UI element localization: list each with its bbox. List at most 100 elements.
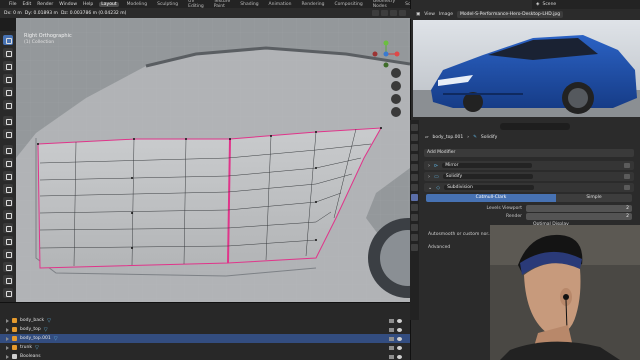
- levels-viewport-field[interactable]: 2: [526, 205, 632, 212]
- outliner-row[interactable]: trunk ▽: [0, 343, 410, 352]
- knife-tool-icon[interactable]: [3, 210, 13, 220]
- workspace-tab-sculpting[interactable]: Sculpting: [155, 2, 180, 7]
- workspace-tab-animation[interactable]: Animation: [267, 2, 294, 7]
- select-box-tool-icon[interactable]: [3, 35, 13, 45]
- collapse-arrow-icon[interactable]: ›: [428, 163, 430, 169]
- xray-icon[interactable]: [381, 10, 388, 16]
- outliner-row[interactable]: body_back ▽: [0, 316, 410, 325]
- view-layer-tab-icon[interactable]: [411, 154, 418, 161]
- eye-icon[interactable]: [397, 318, 402, 323]
- add-cube-tool-icon[interactable]: [3, 145, 13, 155]
- cursor-tool-icon[interactable]: [3, 48, 13, 58]
- overlay-icon[interactable]: [372, 10, 379, 16]
- constraints-tab-icon[interactable]: [411, 224, 418, 231]
- delta-z-readout: Dz: 0.003786 m (0.04232 m): [60, 10, 127, 16]
- menu-window[interactable]: Window: [59, 2, 77, 7]
- spin-tool-icon[interactable]: [3, 236, 13, 246]
- add-modifier-button[interactable]: Add Modifier: [424, 149, 634, 157]
- expand-arrow-icon[interactable]: ⌄: [428, 185, 432, 191]
- particles-tab-icon[interactable]: [411, 204, 418, 211]
- expand-arrow-icon[interactable]: [6, 345, 9, 350]
- outliner-row[interactable]: Booleans: [0, 352, 410, 360]
- simple-button[interactable]: Simple: [556, 194, 632, 202]
- expand-arrow-icon[interactable]: [6, 327, 9, 332]
- render-visibility-icon[interactable]: [389, 318, 394, 323]
- eye-icon[interactable]: [397, 327, 402, 332]
- render-visibility-icon[interactable]: [389, 327, 394, 332]
- edge-slide-tool-icon[interactable]: [3, 262, 13, 272]
- catmull-clark-button[interactable]: Catmull-Clark: [426, 194, 556, 202]
- grid-icon[interactable]: [391, 107, 401, 117]
- modifier-subdivision[interactable]: ⌄ ◇ Subdivision: [424, 183, 634, 192]
- solid-shading-icon[interactable]: [390, 10, 397, 16]
- zoom-icon[interactable]: [391, 68, 401, 78]
- menu-image[interactable]: Image: [439, 12, 453, 17]
- expand-arrow-icon[interactable]: [6, 336, 9, 341]
- physics-tab-icon[interactable]: [411, 214, 418, 221]
- scale-tool-icon[interactable]: [3, 87, 13, 97]
- outliner-row[interactable]: body_top ▽: [0, 325, 410, 334]
- menu-edit[interactable]: Edit: [23, 2, 32, 7]
- image-filename-field[interactable]: Model-S-Performance-Hero-Desktop-LHD.jpg: [457, 10, 564, 18]
- navigation-gizmo[interactable]: [372, 40, 400, 68]
- material-tab-icon[interactable]: [411, 244, 418, 251]
- outliner-row-selected[interactable]: body_top.001 ▽: [0, 334, 410, 343]
- modifier-mirror[interactable]: › ⊳ Mirror: [424, 161, 634, 170]
- shear-tool-icon[interactable]: [3, 288, 13, 298]
- expand-arrow-icon[interactable]: [6, 354, 9, 359]
- menu-help[interactable]: Help: [83, 2, 93, 7]
- render-levels-field[interactable]: 2: [526, 213, 632, 220]
- tool-tab-icon[interactable]: [411, 124, 418, 131]
- smooth-tool-icon[interactable]: [3, 249, 13, 259]
- modifier-name-field[interactable]: Mirror: [442, 163, 533, 168]
- move-tool-icon[interactable]: [3, 61, 13, 71]
- scene-tab-icon[interactable]: [411, 164, 418, 171]
- render-visibility-icon[interactable]: [389, 345, 394, 350]
- expand-arrow-icon[interactable]: [6, 318, 9, 323]
- properties-search-input[interactable]: [500, 123, 570, 130]
- data-tab-icon[interactable]: [411, 234, 418, 241]
- measure-tool-icon[interactable]: [3, 129, 13, 139]
- eye-icon[interactable]: [397, 345, 402, 350]
- advanced-panel-toggle[interactable]: Advanced: [428, 245, 450, 250]
- extrude-tool-icon[interactable]: [3, 158, 13, 168]
- modifier-name-field[interactable]: Solidify: [442, 174, 533, 179]
- render-tab-icon[interactable]: [411, 134, 418, 141]
- eye-icon[interactable]: [397, 354, 402, 359]
- annotate-tool-icon[interactable]: [3, 116, 13, 126]
- modifier-menu-icon[interactable]: [624, 185, 630, 190]
- poly-build-tool-icon[interactable]: [3, 223, 13, 233]
- output-tab-icon[interactable]: [411, 144, 418, 151]
- world-tab-icon[interactable]: [411, 174, 418, 181]
- image-editor-type-icon[interactable]: ▣: [416, 12, 420, 17]
- loop-cut-tool-icon[interactable]: [3, 197, 13, 207]
- transform-tool-icon[interactable]: [3, 100, 13, 110]
- inset-tool-icon[interactable]: [3, 171, 13, 181]
- menu-file[interactable]: File: [9, 2, 17, 7]
- scene-selector[interactable]: ◈ Scene: [532, 0, 640, 9]
- workspace-tab-layout[interactable]: Layout: [99, 1, 119, 7]
- modifier-name-field[interactable]: Subdivision: [444, 185, 535, 190]
- menu-render[interactable]: Render: [37, 2, 53, 7]
- object-tab-icon[interactable]: [411, 184, 418, 191]
- bevel-tool-icon[interactable]: [3, 184, 13, 194]
- workspace-tab-compositing[interactable]: Compositing: [332, 2, 364, 7]
- modifier-solidify[interactable]: › ▭ Solidify: [424, 172, 634, 181]
- camera-view-icon[interactable]: [391, 94, 401, 104]
- shrink-fatten-tool-icon[interactable]: [3, 275, 13, 285]
- menu-view[interactable]: View: [424, 12, 435, 17]
- modifier-menu-icon[interactable]: [624, 163, 630, 168]
- render-visibility-icon[interactable]: [389, 354, 394, 359]
- collapse-arrow-icon[interactable]: ›: [428, 174, 430, 180]
- modifier-menu-icon[interactable]: [624, 174, 630, 179]
- rotate-tool-icon[interactable]: [3, 74, 13, 84]
- pan-hand-icon[interactable]: [391, 81, 401, 91]
- workspace-tab-rendering[interactable]: Rendering: [300, 2, 327, 7]
- modifier-tab-icon[interactable]: [411, 194, 418, 201]
- 3d-viewport[interactable]: [16, 18, 410, 302]
- workspace-tab-modeling[interactable]: Modeling: [125, 2, 149, 7]
- material-shading-icon[interactable]: [399, 10, 406, 16]
- eye-icon[interactable]: [397, 336, 402, 341]
- render-visibility-icon[interactable]: [389, 336, 394, 341]
- workspace-tab-shading[interactable]: Shading: [238, 2, 260, 7]
